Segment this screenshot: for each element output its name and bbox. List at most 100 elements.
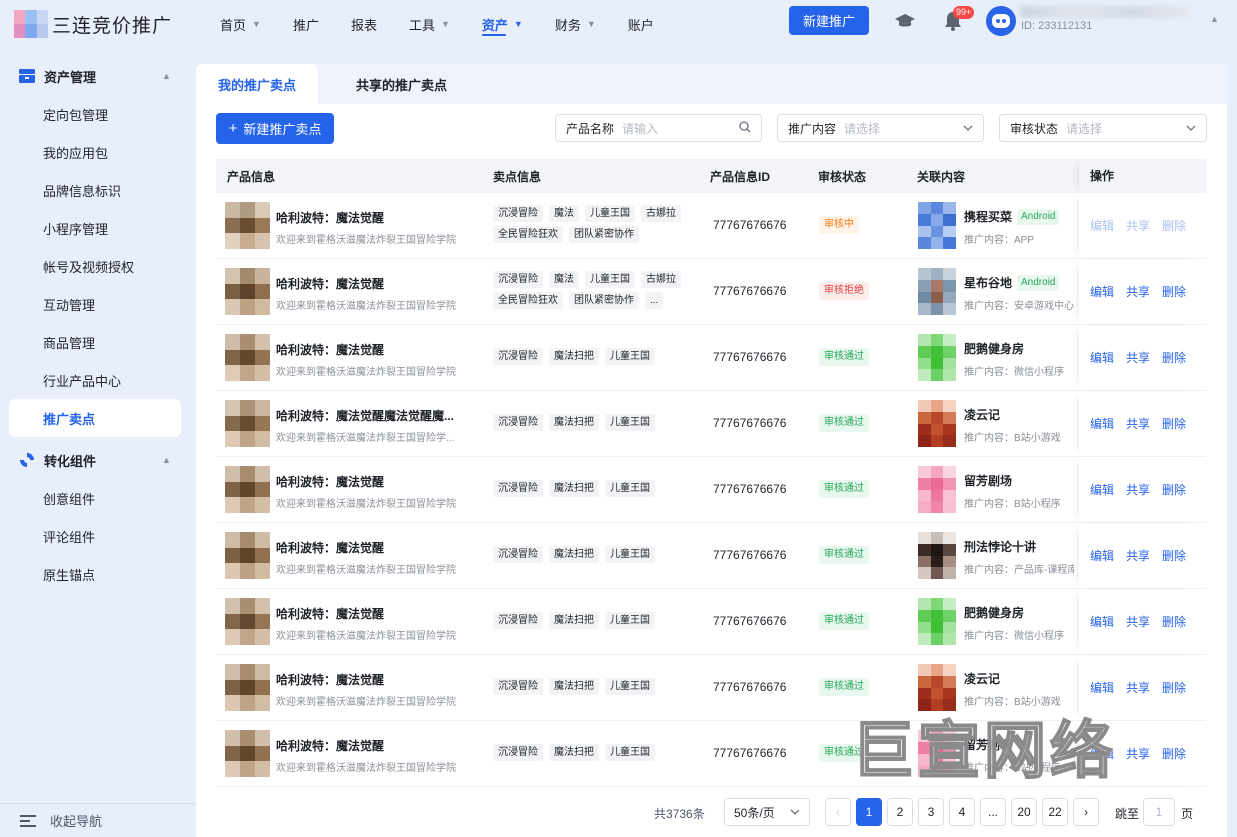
sidebar-item[interactable]: 原生锚点	[0, 555, 195, 593]
page-suffix: 页	[1181, 807, 1194, 821]
sidebar-item[interactable]: 互动管理	[0, 285, 195, 323]
share-button[interactable]: 共享	[1126, 217, 1150, 234]
nav-item[interactable]: 推广	[277, 0, 335, 48]
product-id: 77767676676	[713, 350, 787, 364]
share-button[interactable]: 共享	[1126, 745, 1150, 762]
page-ellipsis[interactable]: ...	[980, 798, 1006, 826]
selling-point-tag: 沉浸冒险	[493, 271, 543, 288]
edit-button[interactable]: 编辑	[1090, 283, 1114, 300]
sidebar-item[interactable]: 推广卖点	[9, 399, 181, 437]
delete-button[interactable]: 删除	[1162, 745, 1186, 762]
related-content-thumbnail	[918, 268, 956, 315]
page-number-button[interactable]: 3	[918, 798, 944, 826]
nav-item-label: 账户	[627, 17, 654, 33]
promo-content-select[interactable]: 推广内容 请选择	[777, 114, 984, 142]
column-header: 审核状态	[818, 169, 867, 184]
selling-point-tag: 沉浸冒险	[493, 678, 543, 695]
review-status-select[interactable]: 审核状态 请选择	[999, 114, 1207, 142]
user-id: ID: 233112131	[1021, 20, 1093, 32]
related-content-thumbnail	[918, 334, 956, 381]
selling-point-tag: 团队紧密协作	[569, 226, 639, 243]
prev-page-button[interactable]: ‹	[825, 798, 851, 826]
brand-logo[interactable]: 三连竞价推广	[14, 10, 204, 38]
share-button[interactable]: 共享	[1126, 349, 1150, 366]
share-button[interactable]: 共享	[1126, 283, 1150, 300]
row-actions: 编辑 共享 删除	[1079, 721, 1206, 786]
sidebar-item[interactable]: 我的应用包	[0, 133, 195, 171]
column-header: 产品信息	[227, 169, 276, 184]
related-content-name: 凌云记	[964, 408, 1001, 422]
related-content-type: 推广内容：微信小程序	[964, 367, 1064, 378]
delete-button[interactable]: 删除	[1162, 679, 1186, 696]
sidebar-item[interactable]: 小程序管理	[0, 209, 195, 247]
sidebar-group-label: 资产管理	[44, 69, 97, 85]
page-number-button[interactable]: 4	[949, 798, 975, 826]
share-button[interactable]: 共享	[1126, 613, 1150, 630]
sidebar-item[interactable]: 评论组件	[0, 517, 195, 555]
nav-item[interactable]: 首页 ▼	[204, 0, 277, 48]
share-button[interactable]: 共享	[1126, 679, 1150, 696]
delete-button[interactable]: 删除	[1162, 283, 1186, 300]
edit-button[interactable]: 编辑	[1090, 547, 1114, 564]
edit-button[interactable]: 编辑	[1090, 679, 1114, 696]
row-actions: 编辑 共享 删除	[1079, 589, 1206, 654]
related-content-name: 刑法悖论十讲	[964, 540, 1037, 554]
product-subtitle: 欢迎来到霍格沃滋魔法炸裂王国冒险学院	[276, 631, 456, 642]
page-number-button[interactable]: 22	[1042, 798, 1068, 826]
status-badge: 审核通过	[819, 348, 869, 366]
filter-label: 产品名称	[566, 121, 615, 136]
selling-point-tag: 沉浸冒险	[493, 348, 543, 365]
product-title: 哈利波特：魔法觉醒	[276, 673, 385, 687]
chevron-up-icon[interactable]: ▲	[1210, 14, 1219, 24]
new-campaign-button[interactable]: 新建推广	[789, 6, 869, 35]
sidebar-group-assets[interactable]: 资产管理 ▲	[0, 57, 195, 95]
product-id: 77767676676	[713, 482, 787, 496]
nav-item[interactable]: 报表	[335, 0, 393, 48]
related-content-thumbnail	[918, 532, 956, 579]
jump-page-input[interactable]: 1	[1143, 798, 1175, 826]
edit-button[interactable]: 编辑	[1090, 613, 1114, 630]
tab-shared-selling-points[interactable]: 共享的推广卖点	[318, 64, 469, 104]
delete-button[interactable]: 删除	[1162, 613, 1186, 630]
share-button[interactable]: 共享	[1126, 481, 1150, 498]
edit-button[interactable]: 编辑	[1090, 481, 1114, 498]
edit-button[interactable]: 编辑	[1090, 349, 1114, 366]
sidebar-group-conversion[interactable]: 转化组件 ▲	[0, 441, 195, 479]
avatar[interactable]	[986, 6, 1016, 36]
graduation-cap-icon[interactable]	[894, 10, 916, 32]
edit-button[interactable]: 编辑	[1090, 415, 1114, 432]
delete-button[interactable]: 删除	[1162, 547, 1186, 564]
delete-button[interactable]: 删除	[1162, 349, 1186, 366]
sidebar-item[interactable]: 商品管理	[0, 323, 195, 361]
edit-button[interactable]: 编辑	[1090, 217, 1114, 234]
page-size-select[interactable]: 50条/页	[724, 798, 810, 826]
page-number-button[interactable]: 1	[856, 798, 882, 826]
nav-item[interactable]: 账户	[612, 0, 670, 48]
share-button[interactable]: 共享	[1126, 547, 1150, 564]
selling-point-tag: 古娜拉	[641, 205, 681, 222]
delete-button[interactable]: 删除	[1162, 415, 1186, 432]
selling-point-tag: 儿童王国	[605, 480, 655, 497]
sidebar-item[interactable]: 定向包管理	[0, 95, 195, 133]
nav-item[interactable]: 工具 ▼	[393, 0, 466, 48]
page-number-button[interactable]: 20	[1011, 798, 1037, 826]
main-card: 我的推广卖点 共享的推广卖点 + 新建推广卖点 产品名称 请输入 推广内容 请选…	[196, 64, 1227, 837]
edit-button[interactable]: 编辑	[1090, 745, 1114, 762]
product-name-search-input[interactable]: 产品名称 请输入	[555, 114, 762, 142]
share-button[interactable]: 共享	[1126, 415, 1150, 432]
collapse-nav-button[interactable]: 收起导航	[0, 803, 195, 837]
sidebar-item[interactable]: 创意组件	[0, 479, 195, 517]
delete-button[interactable]: 删除	[1162, 217, 1186, 234]
selling-point-tag: 魔法扫把	[549, 744, 599, 761]
page-number-button[interactable]: 2	[887, 798, 913, 826]
nav-item[interactable]: 资产 ▼	[466, 0, 539, 48]
chevron-down-icon: ▼	[513, 19, 523, 29]
add-selling-point-button[interactable]: + 新建推广卖点	[216, 113, 334, 144]
tab-my-selling-points[interactable]: 我的推广卖点	[196, 64, 319, 104]
sidebar-item[interactable]: 帐号及视频授权	[0, 247, 195, 285]
sidebar-item[interactable]: 行业产品中心	[0, 361, 195, 399]
nav-item[interactable]: 财务 ▼	[539, 0, 612, 48]
next-page-button[interactable]: ›	[1073, 798, 1099, 826]
delete-button[interactable]: 删除	[1162, 481, 1186, 498]
sidebar-item[interactable]: 品牌信息标识	[0, 171, 195, 209]
